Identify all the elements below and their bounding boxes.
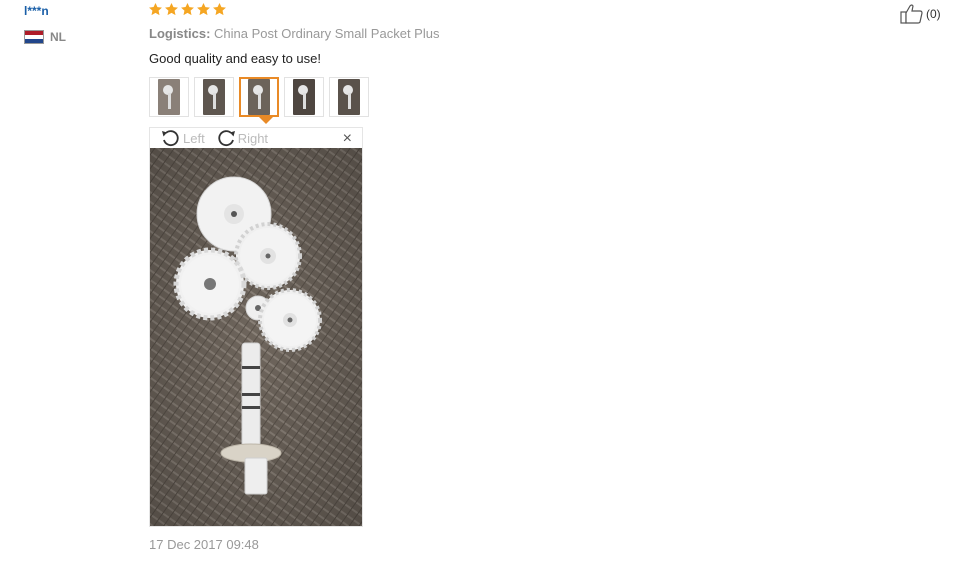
logistics-value: China Post Ordinary Small Packet Plus <box>214 26 440 41</box>
rotate-right-icon <box>218 130 235 147</box>
star-icon <box>181 2 194 16</box>
star-rating <box>148 2 227 17</box>
rotate-left-button[interactable]: Left <box>160 129 205 147</box>
rotate-left-icon <box>162 130 179 147</box>
like-button[interactable]: (0) <box>900 4 941 24</box>
logistics-info: Logistics: China Post Ordinary Small Pac… <box>149 26 439 41</box>
reviewer-country: NL <box>24 30 66 44</box>
like-count: (0) <box>926 7 941 21</box>
photo-viewer: Left Right × <box>149 127 363 527</box>
rotate-right-label: Right <box>237 130 269 146</box>
review-timestamp: 17 Dec 2017 09:48 <box>149 537 259 552</box>
star-icon <box>213 2 226 16</box>
photo-thumbnail[interactable] <box>284 77 324 117</box>
logistics-label: Logistics: <box>149 26 211 41</box>
active-thumbnail-caret <box>259 117 273 124</box>
rotate-left-label: Left <box>183 130 205 146</box>
star-icon <box>149 2 162 16</box>
photo-thumbnail[interactable] <box>149 77 189 117</box>
rotate-right-button[interactable]: Right <box>215 129 268 147</box>
photo-thumbnails <box>149 77 369 117</box>
thumbs-up-icon <box>900 4 923 24</box>
reviewer-name[interactable]: l***n <box>24 4 49 18</box>
photo-thumbnail[interactable] <box>194 77 234 117</box>
photo-thumbnail[interactable] <box>329 77 369 117</box>
nl-flag-icon <box>24 30 44 44</box>
photo-thumbnail-active[interactable] <box>239 77 279 117</box>
star-icon <box>165 2 178 16</box>
star-icon <box>197 2 210 16</box>
review-photo <box>150 148 362 526</box>
country-code: NL <box>50 30 66 44</box>
viewer-toolbar: Left Right × <box>150 128 362 148</box>
close-icon[interactable]: × <box>343 130 352 148</box>
review-comment: Good quality and easy to use! <box>149 51 322 66</box>
